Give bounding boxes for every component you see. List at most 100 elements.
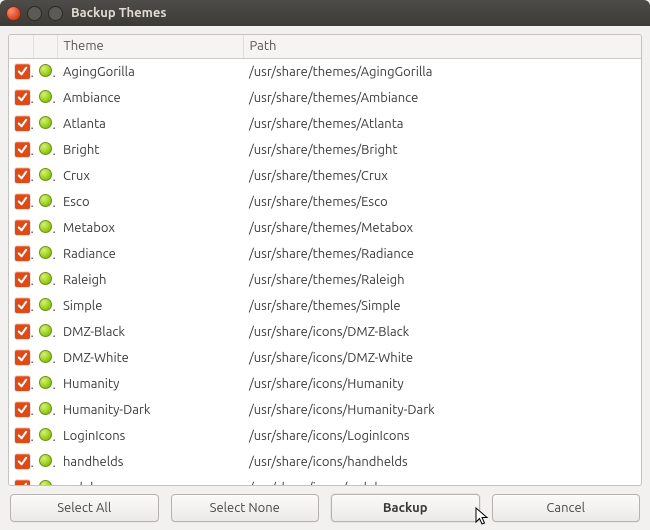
theme-name-cell: Esco xyxy=(57,189,243,215)
close-icon[interactable] xyxy=(6,6,21,21)
checkbox[interactable] xyxy=(15,142,30,157)
dialog-buttons: Select All Select None Backup Cancel xyxy=(8,492,642,522)
checkbox[interactable] xyxy=(15,220,30,235)
checkbox[interactable] xyxy=(15,402,30,417)
table-header-row: Theme Path xyxy=(9,35,641,59)
table-row[interactable]: Esco/usr/share/themes/Esco xyxy=(9,189,641,215)
theme-path-cell: /usr/share/themes/Esco xyxy=(243,189,641,215)
titlebar[interactable]: Backup Themes xyxy=(0,0,650,26)
column-header-check[interactable] xyxy=(9,35,33,59)
theme-status-icon xyxy=(39,298,52,311)
cancel-button[interactable]: Cancel xyxy=(492,494,641,522)
theme-status-icon xyxy=(39,272,52,285)
theme-status-icon xyxy=(39,454,52,467)
theme-path-cell: /usr/share/icons/handhelds xyxy=(243,449,641,475)
table-row[interactable]: Metabox/usr/share/themes/Metabox xyxy=(9,215,641,241)
theme-name-cell: Radiance xyxy=(57,241,243,267)
theme-path-cell: /usr/share/themes/Radiance xyxy=(243,241,641,267)
theme-path-cell: /usr/share/icons/Humanity xyxy=(243,371,641,397)
table-row[interactable]: Atlanta/usr/share/themes/Atlanta xyxy=(9,111,641,137)
theme-status-icon xyxy=(39,428,52,441)
theme-name-cell: AgingGorilla xyxy=(57,59,243,85)
theme-status-icon xyxy=(39,480,52,486)
table-row[interactable]: Simple/usr/share/themes/Simple xyxy=(9,293,641,319)
theme-path-cell: /usr/share/icons/DMZ-White xyxy=(243,345,641,371)
table-row[interactable]: Raleigh/usr/share/themes/Raleigh xyxy=(9,267,641,293)
table-row[interactable]: LoginIcons/usr/share/icons/LoginIcons xyxy=(9,423,641,449)
table-row[interactable]: Humanity/usr/share/icons/Humanity xyxy=(9,371,641,397)
theme-name-cell: handhelds xyxy=(57,449,243,475)
theme-name-cell: Crux xyxy=(57,163,243,189)
dialog-content: Theme Path AgingGorilla/usr/share/themes… xyxy=(0,26,650,530)
table-row[interactable]: DMZ-White/usr/share/icons/DMZ-White xyxy=(9,345,641,371)
checkbox[interactable] xyxy=(15,454,30,469)
column-header-path[interactable]: Path xyxy=(243,35,641,59)
theme-path-cell: /usr/share/themes/Ambiance xyxy=(243,85,641,111)
checkbox[interactable] xyxy=(15,480,30,486)
checkbox[interactable] xyxy=(15,272,30,287)
checkbox[interactable] xyxy=(15,324,30,339)
table-row[interactable]: Ambiance/usr/share/themes/Ambiance xyxy=(9,85,641,111)
themes-list-scroll[interactable]: Theme Path AgingGorilla/usr/share/themes… xyxy=(9,35,641,485)
checkbox[interactable] xyxy=(15,350,30,365)
theme-name-cell: Metabox xyxy=(57,215,243,241)
theme-status-icon xyxy=(39,246,52,259)
theme-status-icon xyxy=(39,402,52,415)
theme-status-icon xyxy=(39,194,52,207)
table-row[interactable]: Humanity-Dark/usr/share/icons/Humanity-D… xyxy=(9,397,641,423)
column-header-theme[interactable]: Theme xyxy=(57,35,243,59)
theme-path-cell: /usr/share/icons/redglass xyxy=(243,475,641,486)
theme-name-cell: Atlanta xyxy=(57,111,243,137)
themes-table: Theme Path AgingGorilla/usr/share/themes… xyxy=(9,35,641,485)
checkbox[interactable] xyxy=(15,428,30,443)
theme-name-cell: Ambiance xyxy=(57,85,243,111)
checkbox[interactable] xyxy=(15,116,30,131)
table-row[interactable]: AgingGorilla/usr/share/themes/AgingGoril… xyxy=(9,59,641,85)
theme-path-cell: /usr/share/themes/Metabox xyxy=(243,215,641,241)
theme-path-cell: /usr/share/themes/Bright xyxy=(243,137,641,163)
table-row[interactable]: Crux/usr/share/themes/Crux xyxy=(9,163,641,189)
theme-name-cell: Humanity xyxy=(57,371,243,397)
checkbox[interactable] xyxy=(15,64,30,79)
checkbox[interactable] xyxy=(15,298,30,313)
theme-status-icon xyxy=(39,324,52,337)
checkbox[interactable] xyxy=(15,168,30,183)
theme-status-icon xyxy=(39,90,52,103)
theme-status-icon xyxy=(39,168,52,181)
theme-name-cell: DMZ-Black xyxy=(57,319,243,345)
theme-status-icon xyxy=(39,64,52,77)
theme-status-icon xyxy=(39,350,52,363)
theme-status-icon xyxy=(39,116,52,129)
column-header-icon[interactable] xyxy=(33,35,57,59)
checkbox[interactable] xyxy=(15,90,30,105)
minimize-icon[interactable] xyxy=(27,6,42,21)
window-controls xyxy=(6,6,63,21)
theme-name-cell: DMZ-White xyxy=(57,345,243,371)
theme-path-cell: /usr/share/icons/Humanity-Dark xyxy=(243,397,641,423)
theme-name-cell: LoginIcons xyxy=(57,423,243,449)
table-row[interactable]: Bright/usr/share/themes/Bright xyxy=(9,137,641,163)
checkbox[interactable] xyxy=(15,376,30,391)
select-none-button[interactable]: Select None xyxy=(171,494,320,522)
table-row[interactable]: DMZ-Black/usr/share/icons/DMZ-Black xyxy=(9,319,641,345)
theme-name-cell: Simple xyxy=(57,293,243,319)
theme-path-cell: /usr/share/icons/LoginIcons xyxy=(243,423,641,449)
theme-status-icon xyxy=(39,220,52,233)
select-all-button[interactable]: Select All xyxy=(10,494,159,522)
table-row[interactable]: Radiance/usr/share/themes/Radiance xyxy=(9,241,641,267)
table-row[interactable]: handhelds/usr/share/icons/handhelds xyxy=(9,449,641,475)
backup-themes-window: Backup Themes Theme Path xyxy=(0,0,650,530)
checkbox[interactable] xyxy=(15,246,30,261)
theme-name-cell: Bright xyxy=(57,137,243,163)
theme-name-cell: redglass xyxy=(57,475,243,486)
themes-list: Theme Path AgingGorilla/usr/share/themes… xyxy=(8,34,642,486)
backup-button[interactable]: Backup xyxy=(331,494,480,522)
theme-path-cell: /usr/share/themes/Crux xyxy=(243,163,641,189)
theme-path-cell: /usr/share/themes/Simple xyxy=(243,293,641,319)
checkbox[interactable] xyxy=(15,194,30,209)
theme-status-icon xyxy=(39,376,52,389)
theme-name-cell: Humanity-Dark xyxy=(57,397,243,423)
table-row[interactable]: redglass/usr/share/icons/redglass xyxy=(9,475,641,486)
maximize-icon[interactable] xyxy=(48,6,63,21)
theme-path-cell: /usr/share/themes/Raleigh xyxy=(243,267,641,293)
